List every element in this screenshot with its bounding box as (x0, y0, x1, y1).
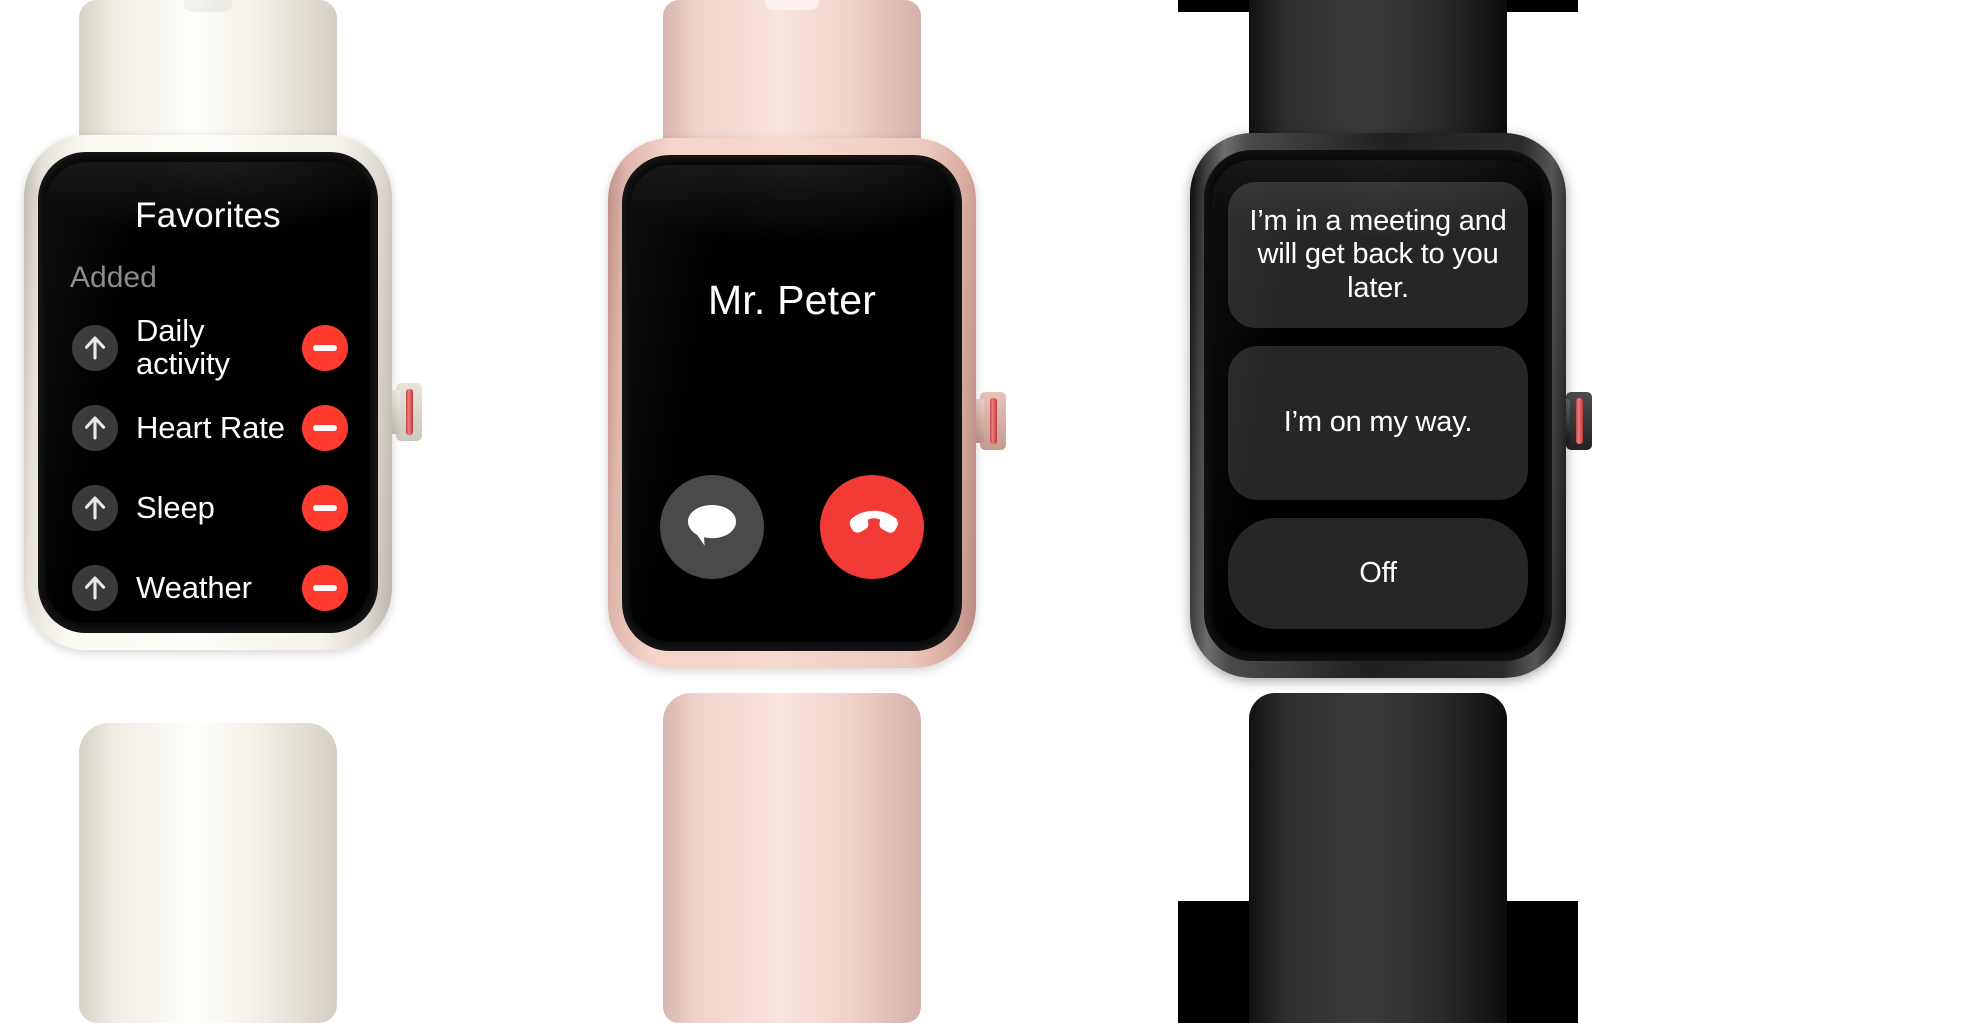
watch-case: Favorites Added Daily activity Heart Rat… (24, 135, 392, 650)
list-item[interactable]: Daily activity (46, 308, 370, 388)
minus-icon[interactable] (302, 325, 348, 371)
favorites-list: Daily activity Heart Rate Sleep Weather (46, 308, 370, 623)
digital-crown[interactable] (971, 392, 1006, 450)
page-title: Favorites (135, 196, 281, 235)
watch-band-bottom (663, 693, 921, 1023)
watch-screen: I’m in a meeting and will get back to yo… (1212, 160, 1544, 651)
minus-bar (313, 425, 337, 431)
minus-bar (313, 505, 337, 511)
crown-red-ring (1576, 398, 1583, 444)
list-item-label: Heart Rate (136, 409, 285, 445)
list-item-label: Sleep (136, 489, 215, 525)
watch-screen: Favorites Added Daily activity Heart Rat… (46, 162, 370, 623)
watch-quick-replies: I’m in a meeting and will get back to yo… (1178, 0, 1592, 1023)
phone-hangup-icon (841, 501, 903, 554)
section-header-added: Added (70, 261, 157, 294)
quick-reply-list: I’m in a meeting and will get back to yo… (1228, 182, 1528, 629)
band-notch (765, 0, 819, 10)
minus-bar (313, 345, 337, 351)
quick-reply-off-button[interactable]: Off (1228, 518, 1528, 629)
watch-band-bottom (79, 723, 337, 1023)
caller-name: Mr. Peter (707, 277, 877, 323)
message-bubble-icon (684, 501, 740, 554)
arrow-up-icon[interactable] (72, 405, 118, 451)
watch-bezel: Mr. Peter (622, 155, 962, 651)
list-item[interactable]: Sleep (46, 468, 370, 548)
watch-bezel: I’m in a meeting and will get back to yo… (1204, 150, 1552, 661)
minus-icon[interactable] (302, 405, 348, 451)
watch-favorites: Favorites Added Daily activity Heart Rat… (8, 0, 422, 1023)
quick-reply-button[interactable]: I’m on my way. (1228, 346, 1528, 501)
list-item-label: Weather (136, 569, 252, 605)
minus-bar (313, 585, 337, 591)
arrow-up-icon[interactable] (72, 325, 118, 371)
screenshot-stage: Favorites Added Daily activity Heart Rat… (0, 0, 1970, 1023)
quick-reply-button[interactable]: I’m in a meeting and will get back to yo… (1228, 182, 1528, 329)
watch-case: I’m in a meeting and will get back to yo… (1190, 133, 1566, 678)
list-item[interactable]: Heart Rate (46, 388, 370, 468)
watch-band-bottom (1249, 693, 1507, 1023)
send-message-button[interactable] (660, 475, 764, 579)
crown-red-ring (406, 389, 413, 435)
digital-crown[interactable] (387, 383, 422, 441)
arrow-up-icon[interactable] (72, 565, 118, 611)
watch-bezel: Favorites Added Daily activity Heart Rat… (38, 152, 378, 633)
arrow-up-icon[interactable] (72, 485, 118, 531)
list-item-label: Daily activity (136, 313, 230, 381)
list-item[interactable]: Weather (46, 548, 370, 623)
call-actions (630, 475, 954, 579)
digital-crown[interactable] (1557, 392, 1592, 450)
minus-icon[interactable] (302, 565, 348, 611)
minus-icon[interactable] (302, 485, 348, 531)
band-notch (184, 0, 232, 12)
watch-screen: Mr. Peter (630, 165, 954, 641)
decline-call-button[interactable] (820, 475, 924, 579)
watch-incoming-call: Mr. Peter (592, 0, 1006, 1023)
crown-red-ring (990, 398, 997, 444)
watch-case: Mr. Peter (608, 138, 976, 668)
